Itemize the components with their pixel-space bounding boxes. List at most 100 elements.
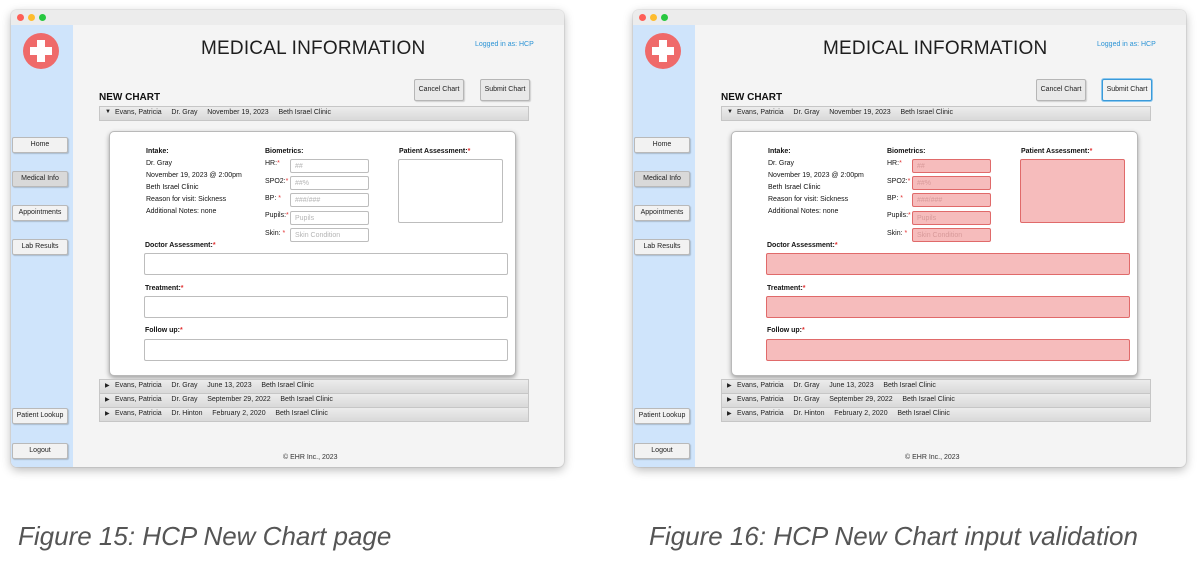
new-chart-form: Intake: Dr. Gray November 19, 2023 @ 2:0… xyxy=(731,131,1138,376)
skin-input[interactable]: Skin Condition xyxy=(290,228,369,242)
chart-row[interactable]: ▶ Evans, Patricia Dr. Hinton February 2,… xyxy=(721,407,1151,422)
chart-row-expanded[interactable]: ▼ Evans, Patricia Dr. Gray November 19, … xyxy=(99,106,529,121)
collapse-arrow-icon: ▶ xyxy=(727,383,732,389)
figure-caption: Figure 15: HCP New Chart page xyxy=(18,521,392,551)
app-window: Home Medical Info Appointments Lab Resul… xyxy=(11,10,564,467)
chart-row[interactable]: ▶ Evans, Patricia Dr. Gray September 29,… xyxy=(721,393,1151,408)
sidebar-item-patient-lookup[interactable]: Patient Lookup xyxy=(12,408,68,424)
spo2-label: SPO2:* xyxy=(887,178,911,185)
pupils-input[interactable]: Pupils xyxy=(290,211,369,225)
chart-doctor: Dr. Gray xyxy=(793,109,820,116)
chart-row[interactable]: ▶ Evans, Patricia Dr. Gray June 13, 2023… xyxy=(99,379,529,394)
sidebar-item-lab-results[interactable]: Lab Results xyxy=(634,239,690,255)
logged-in-status: Logged in as: HCP xyxy=(1097,41,1156,48)
cancel-chart-button[interactable]: Cancel Chart xyxy=(1036,79,1086,101)
figure-new-chart: Home Medical Info Appointments Lab Resul… xyxy=(9,0,569,564)
chart-row-expanded[interactable]: ▼ Evans, Patricia Dr. Gray November 19, … xyxy=(721,106,1151,121)
page-title: MEDICAL INFORMATION xyxy=(823,38,1048,59)
treatment-label: Treatment:* xyxy=(767,285,806,292)
chart-clinic: Beth Israel Clinic xyxy=(278,109,331,116)
followup-label: Follow up:* xyxy=(767,327,805,334)
expand-arrow-icon: ▼ xyxy=(105,109,111,115)
chart-date: November 19, 2023 xyxy=(829,109,891,116)
minimize-window-icon[interactable] xyxy=(650,14,657,21)
doctor-assessment-input[interactable] xyxy=(766,253,1130,275)
intake-label: Intake: xyxy=(768,148,791,155)
bp-input[interactable]: ###/### xyxy=(290,193,369,207)
minimize-window-icon[interactable] xyxy=(28,14,35,21)
cancel-chart-button[interactable]: Cancel Chart xyxy=(414,79,464,101)
sidebar-item-home[interactable]: Home xyxy=(12,137,68,153)
logout-button[interactable]: Logout xyxy=(634,443,690,459)
submit-chart-button[interactable]: Submit Chart xyxy=(1102,79,1152,101)
title-bar xyxy=(633,10,1186,25)
chart-row[interactable]: ▶ Evans, Patricia Dr. Hinton February 2,… xyxy=(99,407,529,422)
sidebar-item-appointments[interactable]: Appointments xyxy=(634,205,690,221)
followup-input[interactable] xyxy=(766,339,1130,361)
bp-input[interactable]: ###/### xyxy=(912,193,991,207)
hr-input[interactable]: ## xyxy=(912,159,991,173)
title-bar xyxy=(11,10,564,25)
doctor-assessment-input[interactable] xyxy=(144,253,508,275)
intake-notes: Additional Notes: none xyxy=(768,208,839,215)
intake-datetime: November 19, 2023 @ 2:00pm xyxy=(146,172,242,179)
hr-input[interactable]: ## xyxy=(290,159,369,173)
sidebar-item-medical-info[interactable]: Medical Info xyxy=(634,171,690,187)
intake-clinic: Beth Israel Clinic xyxy=(768,184,821,191)
spo2-label: SPO2:* xyxy=(265,178,289,185)
chart-row[interactable]: ▶ Evans, Patricia Dr. Gray September 29,… xyxy=(99,393,529,408)
collapse-arrow-icon: ▶ xyxy=(105,397,110,403)
intake-datetime: November 19, 2023 @ 2:00pm xyxy=(768,172,864,179)
chart-row[interactable]: ▶ Evans, Patricia Dr. Gray June 13, 2023… xyxy=(721,379,1151,394)
patient-assessment-input[interactable] xyxy=(1020,159,1125,223)
pupils-label: Pupils:* xyxy=(887,212,911,219)
close-window-icon[interactable] xyxy=(639,14,646,21)
intake-label: Intake: xyxy=(146,148,169,155)
chart-clinic: Beth Israel Clinic xyxy=(900,109,953,116)
followup-label: Follow up:* xyxy=(145,327,183,334)
intake-clinic: Beth Israel Clinic xyxy=(146,184,199,191)
sidebar-item-lab-results[interactable]: Lab Results xyxy=(12,239,68,255)
patient-assessment-input[interactable] xyxy=(398,159,503,223)
chart-patient: Evans, Patricia xyxy=(737,109,784,116)
intake-doctor: Dr. Gray xyxy=(146,160,173,167)
intake-notes: Additional Notes: none xyxy=(146,208,217,215)
followup-input[interactable] xyxy=(144,339,508,361)
sidebar-item-home[interactable]: Home xyxy=(634,137,690,153)
section-title: NEW CHART xyxy=(721,92,783,103)
page-title: MEDICAL INFORMATION xyxy=(201,38,426,59)
hr-label: HR:* xyxy=(265,160,280,167)
app-window: Home Medical Info Appointments Lab Resul… xyxy=(633,10,1186,467)
skin-label: Skin: * xyxy=(265,230,286,237)
bp-label: BP: * xyxy=(265,195,281,202)
logged-in-status: Logged in as: HCP xyxy=(475,41,534,48)
collapse-arrow-icon: ▶ xyxy=(727,397,732,403)
patient-assessment-label: Patient Assessment:* xyxy=(1021,148,1093,155)
pupils-input[interactable]: Pupils xyxy=(912,211,991,225)
collapse-arrow-icon: ▶ xyxy=(105,411,110,417)
expand-arrow-icon: ▼ xyxy=(727,109,733,115)
sidebar-item-appointments[interactable]: Appointments xyxy=(12,205,68,221)
chart-doctor: Dr. Gray xyxy=(171,109,198,116)
doctor-assessment-label: Doctor Assessment:* xyxy=(767,242,838,249)
close-window-icon[interactable] xyxy=(17,14,24,21)
treatment-input[interactable] xyxy=(144,296,508,318)
intake-doctor: Dr. Gray xyxy=(768,160,795,167)
intake-reason: Reason for visit: Sickness xyxy=(146,196,227,203)
logout-button[interactable]: Logout xyxy=(12,443,68,459)
submit-chart-button[interactable]: Submit Chart xyxy=(480,79,530,101)
treatment-label: Treatment:* xyxy=(145,285,184,292)
maximize-window-icon[interactable] xyxy=(661,14,668,21)
sidebar-item-medical-info[interactable]: Medical Info xyxy=(12,171,68,187)
collapse-arrow-icon: ▶ xyxy=(105,383,110,389)
spo2-input[interactable]: ##% xyxy=(290,176,369,190)
maximize-window-icon[interactable] xyxy=(39,14,46,21)
patient-assessment-label: Patient Assessment:* xyxy=(399,148,471,155)
sidebar-item-patient-lookup[interactable]: Patient Lookup xyxy=(634,408,690,424)
new-chart-form: Intake: Dr. Gray November 19, 2023 @ 2:0… xyxy=(109,131,516,376)
spo2-input[interactable]: ##% xyxy=(912,176,991,190)
skin-input[interactable]: Skin Condition xyxy=(912,228,991,242)
treatment-input[interactable] xyxy=(766,296,1130,318)
figure-input-validation: Home Medical Info Appointments Lab Resul… xyxy=(631,0,1191,564)
footer: © EHR Inc., 2023 xyxy=(905,454,960,461)
